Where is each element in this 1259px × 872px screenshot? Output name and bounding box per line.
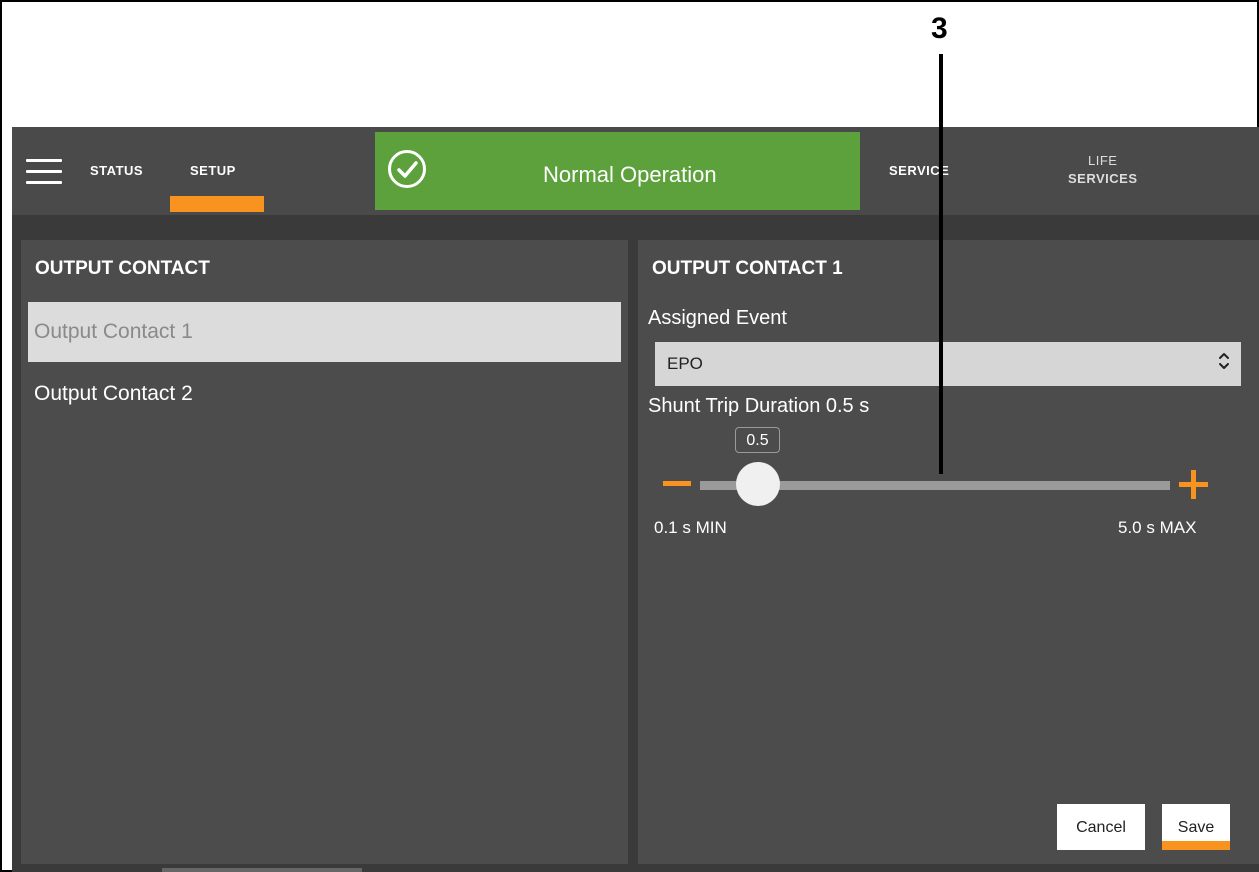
slider-max-label: 5.0 s MAX — [1118, 518, 1197, 537]
save-button-accent — [1162, 841, 1230, 850]
output-contact-detail-panel: OUTPUT CONTACT 1 Assigned Event EPO Shun… — [638, 240, 1259, 864]
app-window: STATUS SETUP Normal Operation SERVICE LI… — [12, 127, 1259, 872]
slider-min-label: 0.1 s MIN — [654, 518, 727, 537]
tab-setup[interactable]: SETUP — [190, 163, 236, 178]
slider-value-bubble: 0.5 — [735, 427, 780, 453]
duration-slider-thumb[interactable] — [736, 462, 780, 506]
scroll-indicator — [162, 868, 362, 872]
decrease-icon[interactable] — [663, 481, 691, 486]
tab-status[interactable]: STATUS — [90, 163, 143, 178]
panel-title: OUTPUT CONTACT — [35, 258, 210, 279]
list-item-output-contact-2[interactable]: Output Contact 2 — [28, 364, 621, 424]
detail-title: OUTPUT CONTACT 1 — [652, 258, 843, 279]
figure-frame: 3 STATUS SETUP Normal Operation SERVICE … — [0, 0, 1259, 872]
callout-leader-line — [939, 54, 943, 474]
plus-vertical-bar — [1191, 470, 1196, 499]
check-circle-icon — [388, 150, 426, 188]
shunt-trip-duration-label: Shunt Trip Duration 0.5 s — [648, 395, 870, 417]
status-banner: Normal Operation — [375, 132, 860, 210]
output-contact-list-panel: OUTPUT CONTACT Output Contact 1 Output C… — [21, 240, 628, 864]
tab-life-services[interactable]: LIFE SERVICES — [1068, 152, 1138, 188]
tab-life-services-line2: SERVICES — [1068, 171, 1138, 186]
up-down-chevron-icon — [1217, 350, 1231, 377]
active-tab-indicator — [170, 196, 264, 212]
assigned-event-label: Assigned Event — [648, 307, 787, 329]
menu-icon[interactable] — [26, 159, 62, 185]
status-text: Normal Operation — [543, 162, 717, 187]
cancel-button[interactable]: Cancel — [1057, 804, 1145, 850]
assigned-event-value: EPO — [667, 354, 703, 373]
list-item-output-contact-1[interactable]: Output Contact 1 — [28, 302, 621, 362]
tab-life-services-line1: LIFE — [1088, 153, 1118, 168]
callout-number: 3 — [931, 12, 948, 45]
assigned-event-select[interactable]: EPO — [655, 342, 1241, 386]
top-navigation-bar: STATUS SETUP Normal Operation SERVICE LI… — [12, 127, 1259, 215]
